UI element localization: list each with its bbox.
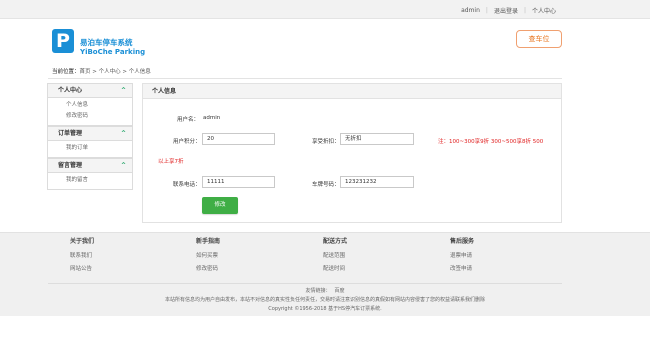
plate-input[interactable]: 123231232 (340, 176, 414, 188)
sidebar-group-items: 个人信息 修改密码 (48, 98, 132, 126)
footer-column-title: 售后服务 (450, 238, 475, 245)
chevron-up-icon[interactable]: ^ (121, 159, 126, 173)
top-user-link[interactable]: admin (461, 7, 480, 14)
sidebar-group-items: 我的订单 (48, 141, 132, 158)
footer-copyright: Copyright ©1956-2018 基于HS停汽车订票系统. (268, 306, 382, 312)
top-separator: | (523, 7, 526, 14)
sidebar-group-label: 订单管理 (58, 130, 83, 137)
logo-name-cn[interactable]: 易泊车停车系统 (80, 37, 133, 48)
phone-label: 联系电话： (173, 182, 201, 188)
phone-input[interactable]: 11111 (202, 176, 275, 188)
username-label: 用户名： (177, 117, 200, 123)
footer-link[interactable]: 配送范围 (323, 250, 347, 263)
sidebar-group-title[interactable]: 个人中心 ^ (48, 84, 132, 98)
breadcrumb-path[interactable]: 首页 > 个人中心 > 个人信息 (80, 69, 151, 75)
discount-note: 注：100~300享9折 300~500享8折 500 (438, 139, 544, 145)
parking-logo-icon[interactable]: P (52, 29, 74, 53)
plate-label: 车牌号码： (312, 182, 340, 188)
logo-name-en[interactable]: YiBoChe Parking (80, 48, 145, 56)
footer-link[interactable]: 网站公告 (70, 263, 94, 276)
footer-link[interactable]: 如何买票 (196, 250, 220, 263)
sidebar-group-label: 留言管理 (58, 162, 83, 169)
sidebar-group-messages: 留言管理 ^ 我的留言 (47, 158, 133, 190)
footer-link[interactable]: 配送时间 (323, 263, 347, 276)
site-header: P 易泊车停车系统 YiBoChe Parking 查车位 (0, 19, 650, 63)
find-parking-button[interactable]: 查车位 (516, 30, 562, 48)
top-links: admin | 退出登录 | 个人中心 (461, 6, 556, 15)
breadcrumb-label: 当前位置： (52, 69, 80, 75)
sidebar-group-orders: 订单管理 ^ 我的订单 (47, 126, 133, 158)
footer-column-title: 新手指南 (196, 238, 221, 245)
site-footer: 关于我们 联系我们 网站公告 新手指南 如何买票 修改密码 配送方式 配送范围 … (0, 232, 650, 316)
sidebar-group-items: 我的留言 (48, 173, 132, 190)
discount-note-continued: 以上享7折 (158, 159, 184, 165)
sidebar-item-change-password[interactable]: 修改密码 (48, 111, 132, 122)
sidebar-item-profile[interactable]: 个人信息 (48, 100, 132, 111)
sidebar-item-my-orders[interactable]: 我的订单 (48, 143, 132, 154)
footer-link[interactable]: 联系我们 (70, 250, 94, 263)
friend-links: 友情链接： 百度 (0, 287, 650, 294)
footer-divider (48, 283, 562, 284)
sidebar: 个人中心 ^ 个人信息 修改密码 订单管理 ^ 我的订单 留言管理 ^ 我的留言 (47, 83, 133, 190)
top-separator: | (485, 7, 488, 14)
logout-link[interactable]: 退出登录 (494, 6, 518, 15)
footer-column-delivery: 配送方式 配送范围 配送时间 (323, 237, 347, 276)
footer-link[interactable]: 退票申请 (450, 250, 474, 263)
sidebar-item-my-messages[interactable]: 我的留言 (48, 175, 132, 186)
footer-column-guide: 新手指南 如何买票 修改密码 (196, 237, 220, 276)
footer-column-title: 关于我们 (70, 238, 95, 245)
friend-links-label: 友情链接： (305, 288, 331, 294)
footer-column-aftersales: 售后服务 退票申请 改签申请 (450, 237, 474, 276)
points-label: 用户积分： (173, 139, 201, 145)
username-value: admin (203, 115, 221, 121)
points-input[interactable]: 20 (202, 133, 275, 145)
panel-title: 个人信息 (143, 84, 561, 99)
footer-disclaimer: 本站所有信息均为用户自由发布，本站不对信息的真实性负任何责任，交易时请注意识别信… (164, 297, 485, 303)
breadcrumb-divider (48, 78, 562, 79)
sidebar-group-title[interactable]: 订单管理 ^ (48, 127, 132, 141)
footer-link[interactable]: 改签申请 (450, 263, 474, 276)
sidebar-group-label: 个人中心 (58, 87, 83, 94)
footer-column-title: 配送方式 (323, 238, 348, 245)
footer-link[interactable]: 修改密码 (196, 263, 220, 276)
top-bar: admin | 退出登录 | 个人中心 (0, 0, 650, 19)
chevron-up-icon[interactable]: ^ (121, 127, 126, 141)
sidebar-group-title[interactable]: 留言管理 ^ (48, 159, 132, 173)
personal-center-link[interactable]: 个人中心 (532, 6, 556, 15)
breadcrumb: 当前位置：首页 > 个人中心 > 个人信息 (52, 67, 151, 75)
chevron-up-icon[interactable]: ^ (121, 84, 126, 98)
sidebar-group-personal: 个人中心 ^ 个人信息 修改密码 (47, 83, 133, 126)
submit-button[interactable]: 修改 (202, 197, 238, 214)
discount-input[interactable]: 无折扣 (340, 133, 414, 145)
footer-column-about: 关于我们 联系我们 网站公告 (70, 237, 94, 276)
discount-label: 享受折扣： (312, 139, 340, 145)
friend-link-baidu[interactable]: 百度 (335, 288, 345, 294)
